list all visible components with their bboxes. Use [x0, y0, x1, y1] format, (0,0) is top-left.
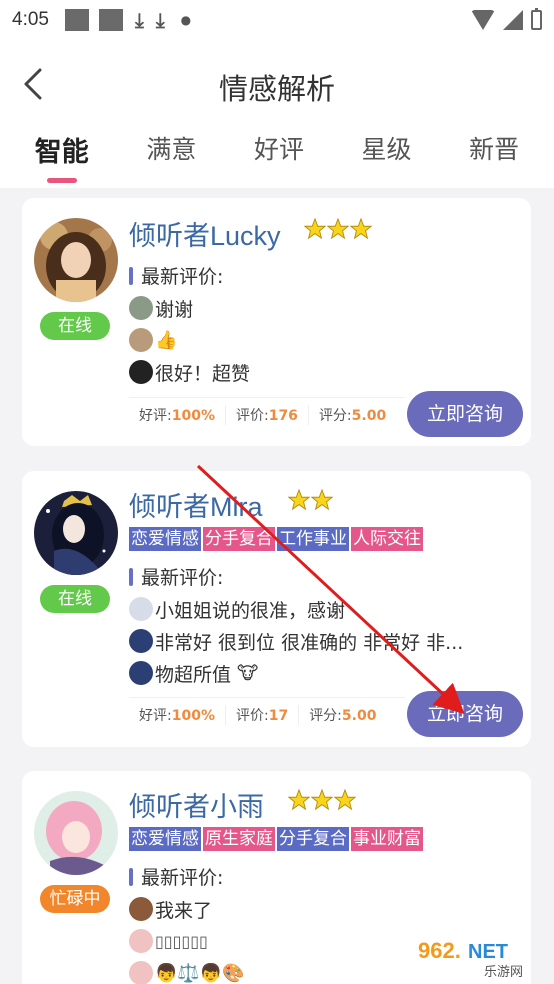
review-item: ▯▯▯▯▯▯: [129, 928, 245, 954]
user-avatar-icon: [129, 961, 153, 984]
tab-star-level[interactable]: 星级: [362, 130, 412, 169]
star-icon: [304, 218, 326, 240]
star-icon: [311, 489, 333, 511]
tab-smart[interactable]: 智能: [35, 130, 89, 169]
notification-icon: [98, 9, 123, 31]
status-badge: 在线: [40, 585, 110, 613]
tab-satisfied[interactable]: 满意: [146, 130, 196, 169]
latest-reviews: 最新评价: 谢谢 👍 很好！超赞: [129, 262, 250, 385]
score: 评分:5.00: [318, 407, 387, 424]
star-rating: [304, 218, 372, 240]
status-badge: 忙碌中: [40, 885, 110, 913]
good-rate: 好评:100%: [129, 404, 226, 425]
download-icon: ⤓: [155, 8, 165, 32]
tag: 事业财富: [351, 827, 423, 851]
status-bar: 4:05 ⤓ ⤓ ●: [0, 0, 554, 40]
tab-new[interactable]: 新晋: [469, 130, 519, 169]
star-icon: [288, 789, 310, 811]
svg-text:乐游网: 乐游网: [484, 965, 523, 978]
user-avatar-icon: [129, 296, 153, 320]
penguin-icon: [129, 360, 153, 384]
signal-icon: [503, 10, 523, 30]
star-rating: [288, 789, 356, 811]
status-time: 4:05: [12, 9, 49, 30]
tag: 分手复合: [277, 827, 349, 851]
notification-icon: [64, 9, 89, 31]
cow-icon: 🐮: [237, 662, 259, 684]
tab-bar: 智能 满意 好评 星级 新晋: [0, 130, 554, 169]
tag: 人际交往: [351, 527, 423, 551]
svg-text:962.: 962.: [418, 938, 461, 963]
tag: 分手复合: [203, 527, 275, 551]
review-header: 最新评价:: [129, 863, 245, 890]
tag-list: 恋爱情感 原生家庭 分手复合 事业财富: [129, 827, 423, 851]
user-avatar-icon: [129, 629, 153, 653]
avatar[interactable]: [34, 491, 118, 575]
review-item: 物超所值 🐮: [129, 660, 463, 686]
counselor-name[interactable]: 倾听者小雨: [129, 785, 264, 824]
status-badge: 在线: [40, 312, 110, 340]
thumbs-up-icon: 👍: [155, 329, 178, 351]
review-item: 非常好 很到位 很准确的 非常好 非...: [129, 628, 463, 654]
header: 情感解析 智能 满意 好评 星级 新晋: [0, 40, 554, 188]
glyph-placeholder: ▯▯▯▯▯▯: [155, 931, 208, 951]
counselor-name[interactable]: 倾听者Mira: [129, 485, 263, 524]
site-logo: 962. NET 乐游网: [418, 938, 523, 978]
counselor-name[interactable]: 倾听者Lucky: [129, 214, 281, 253]
emoji-icons: 👦⚖️👦🎨: [155, 962, 245, 984]
good-rate: 好评:100%: [129, 704, 226, 725]
page-title: 情感解析: [218, 72, 335, 106]
review-item: 👦⚖️👦🎨: [129, 960, 245, 984]
avatar[interactable]: [34, 218, 118, 302]
counselor-card[interactable]: 在线 倾听者Lucky 最新评价: 谢谢 👍 很好！超赞 好评:100% 评价:…: [22, 198, 531, 446]
user-avatar-icon: [129, 897, 153, 921]
svg-text:NET: NET: [468, 941, 508, 963]
avatar[interactable]: [34, 791, 118, 875]
review-count: 评价:176: [226, 404, 309, 425]
battery-icon: [531, 8, 542, 30]
wifi-icon: [471, 10, 495, 30]
score: 评分:5.00: [309, 707, 377, 724]
star-rating: [288, 489, 333, 511]
user-avatar-icon: [129, 661, 153, 685]
latest-reviews: 最新评价: 我来了 ▯▯▯▯▯▯ 👦⚖️👦🎨: [129, 863, 245, 984]
star-icon: [288, 489, 310, 511]
tag: 工作事业: [277, 527, 349, 551]
review-header: 最新评价:: [129, 563, 463, 590]
dot-icon: ●: [180, 13, 192, 27]
tag: 恋爱情感: [129, 827, 201, 851]
user-avatar-icon: [129, 929, 153, 953]
stats-row: 好评:100% 评价:176 评分:5.00: [129, 397, 405, 431]
star-icon: [334, 789, 356, 811]
tag-list: 恋爱情感 分手复合 工作事业 人际交往: [129, 527, 423, 551]
review-item: 我来了: [129, 896, 245, 922]
download-icon: ⤓: [134, 8, 144, 32]
review-count: 评价:17: [226, 704, 300, 725]
counselor-card[interactable]: 在线 倾听者Mira 恋爱情感 分手复合 工作事业 人际交往 最新评价: 小姐姐…: [22, 471, 531, 747]
review-header: 最新评价:: [129, 262, 250, 289]
star-icon: [311, 789, 333, 811]
stats-row: 好评:100% 评价:17 评分:5.00: [129, 697, 405, 731]
tag: 恋爱情感: [129, 527, 201, 551]
user-avatar-icon: [129, 597, 153, 621]
review-item: 小姐姐说的很准，感谢: [129, 596, 463, 622]
star-icon: [350, 218, 372, 240]
consult-button[interactable]: 立即咨询: [407, 691, 523, 737]
review-item: 很好！超赞: [129, 359, 250, 385]
user-avatar-icon: [129, 328, 153, 352]
consult-button[interactable]: 立即咨询: [407, 391, 523, 437]
latest-reviews: 最新评价: 小姐姐说的很准，感谢 非常好 很到位 很准确的 非常好 非... 物…: [129, 563, 463, 686]
tab-good-rating[interactable]: 好评: [254, 130, 304, 169]
star-icon: [327, 218, 349, 240]
tag: 原生家庭: [203, 827, 275, 851]
review-item: 谢谢: [129, 295, 250, 321]
review-item: 👍: [129, 327, 250, 353]
